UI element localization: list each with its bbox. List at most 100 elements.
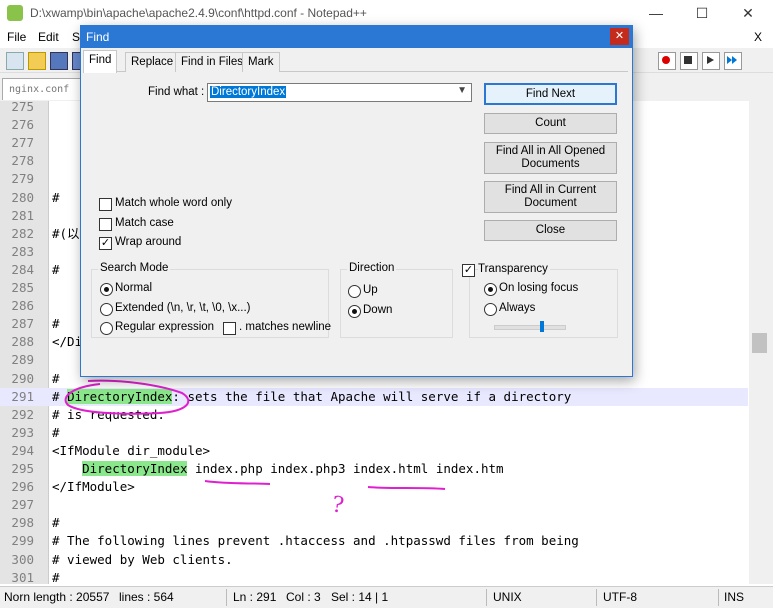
line-text: # is requested. [52, 406, 165, 422]
line-text: # viewed by Web clients. [52, 551, 233, 567]
tab-replace[interactable]: Replace [125, 52, 180, 72]
direction-up-radio[interactable] [348, 285, 361, 298]
menu-edit[interactable]: Edit [38, 30, 59, 44]
minimize-button[interactable]: — [633, 0, 679, 27]
status-insert-mode: INS [724, 590, 745, 604]
count-button[interactable]: Count [484, 113, 617, 134]
code-line[interactable]: 293 # [0, 424, 748, 442]
find-dialog-titlebar[interactable]: Find ✕ [81, 26, 632, 48]
search-match-highlight: DirectoryIndex [82, 461, 188, 476]
save-icon[interactable] [50, 52, 68, 70]
new-file-icon[interactable] [6, 52, 24, 70]
find-dialog-close-button[interactable]: ✕ [610, 28, 629, 45]
record-macro-icon[interactable] [658, 52, 676, 70]
find-all-current-button[interactable]: Find All in Current Document [484, 181, 617, 213]
close-window-button[interactable]: ✕ [725, 0, 771, 27]
transparency-slider-thumb[interactable] [540, 321, 544, 332]
direction-group: Direction [340, 262, 453, 338]
find-next-button[interactable]: Find Next [484, 83, 617, 105]
line-number: 281 [11, 207, 34, 223]
status-separator [486, 589, 487, 606]
line-number: 283 [11, 243, 34, 259]
match-whole-word-checkbox[interactable] [99, 198, 112, 211]
line-number: 296 [11, 479, 34, 495]
line-number: 278 [11, 153, 34, 169]
line-number: 294 [11, 442, 34, 458]
code-line[interactable]: 297 [0, 496, 748, 514]
always-radio[interactable] [484, 303, 497, 316]
line-text: #(以 [52, 225, 80, 241]
transparency-checkbox[interactable]: ✓ [462, 264, 475, 277]
play-macro-icon[interactable] [702, 52, 720, 70]
status-col: Col : 3 [286, 590, 321, 604]
statusbar: Norn length : 20557 lines : 564 Ln : 291… [0, 586, 773, 608]
line-number: 280 [11, 189, 34, 205]
line-text: # [52, 370, 60, 386]
find-all-opened-line2: Documents [521, 158, 580, 170]
code-line[interactable]: 298 # [0, 514, 748, 532]
tab-find-in-files[interactable]: Find in Files [175, 52, 249, 72]
code-line[interactable]: 294 <IfModule dir_module> [0, 442, 748, 460]
line-number: 279 [11, 171, 34, 187]
line-text: # DirectoryIndex: sets the file that Apa… [52, 388, 571, 406]
window-title: D:\xwamp\bin\apache\apache2.4.9\conf\htt… [30, 6, 367, 20]
direction-down-label: Down [363, 304, 393, 316]
tab-mark[interactable]: Mark [242, 52, 280, 72]
on-losing-focus-radio[interactable] [484, 283, 497, 296]
line-text: # [52, 261, 60, 277]
status-separator [718, 589, 719, 606]
line-text-prefix [52, 461, 82, 476]
open-file-icon[interactable] [28, 52, 46, 70]
line-text: <IfModule dir_module> [52, 442, 211, 458]
find-what-label: Find what : [148, 86, 205, 98]
status-ln: Ln : 291 [233, 590, 277, 604]
line-number: 285 [11, 280, 34, 295]
run-multiple-macro-icon[interactable] [724, 52, 742, 70]
line-text: # [52, 189, 60, 205]
find-dialog: Find ✕ Find Replace Find in Files Mark F… [80, 25, 633, 377]
line-number: 282 [11, 225, 34, 241]
line-number: 298 [11, 515, 34, 531]
menu-file[interactable]: File [7, 30, 26, 44]
code-line[interactable]: 301 # [0, 569, 748, 584]
regex-radio[interactable] [100, 322, 113, 335]
regex-label: Regular expression [115, 321, 215, 333]
chevron-down-icon[interactable]: ▼ [457, 85, 467, 96]
find-all-opened-button[interactable]: Find All in All Opened Documents [484, 142, 617, 174]
close-doc-button[interactable]: X [754, 30, 762, 44]
code-line[interactable]: 295 DirectoryIndex index.php index.php3 … [0, 460, 748, 478]
find-what-combobox[interactable]: DirectoryIndex ▼ [207, 83, 472, 102]
stop-macro-icon[interactable] [680, 52, 698, 70]
code-line[interactable]: 291 # DirectoryIndex: sets the file that … [0, 387, 748, 406]
transparency-label: Transparency [478, 263, 550, 275]
line-number: 299 [11, 533, 34, 549]
code-line[interactable]: 300 # viewed by Web clients. [0, 551, 748, 569]
normal-radio[interactable] [100, 283, 113, 296]
line-text: </Di [52, 334, 83, 350]
code-line[interactable]: 299 # The following lines prevent .htacce… [0, 532, 748, 550]
extended-radio[interactable] [100, 303, 113, 316]
maximize-button[interactable]: ☐ [679, 0, 725, 27]
transparency-slider-track[interactable] [494, 325, 566, 330]
match-case-checkbox[interactable] [99, 218, 112, 231]
tab-find[interactable]: Find [83, 50, 118, 73]
scrollbar-thumb[interactable] [752, 333, 767, 353]
find-all-current-line2: Document [524, 197, 577, 209]
code-line[interactable]: 292 # is requested. [0, 406, 748, 424]
status-length: Norn length : 20557 [4, 590, 110, 604]
line-text-suffix: index.php index.php3 index.html index.ht… [187, 461, 504, 476]
direction-down-radio[interactable] [348, 305, 361, 318]
line-text: # [52, 515, 60, 531]
notepadpp-icon [7, 5, 23, 21]
wrap-around-checkbox[interactable]: ✓ [99, 237, 112, 250]
close-button[interactable]: Close [484, 220, 617, 241]
matches-newline-checkbox[interactable] [223, 322, 236, 335]
line-number: 292 [11, 406, 34, 422]
code-line[interactable]: 296 </IfModule> [0, 478, 748, 496]
find-what-value: DirectoryIndex [210, 86, 287, 98]
line-text-suffix: : sets the file that Apache will serve i… [172, 388, 572, 404]
line-number: 288 [11, 334, 34, 350]
vertical-scrollbar[interactable] [749, 101, 773, 584]
match-case-label: Match case [115, 217, 174, 229]
doc-tab-nginx[interactable]: nginx.conf [2, 78, 84, 100]
